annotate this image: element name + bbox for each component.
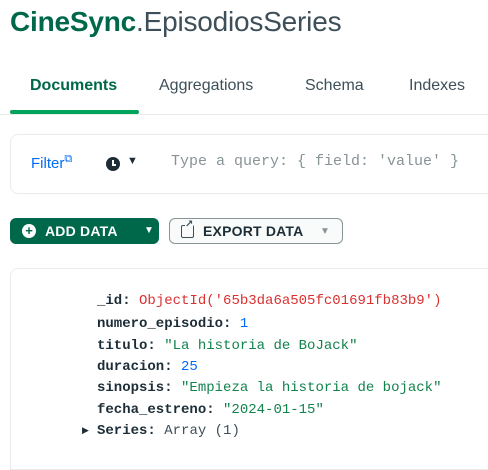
add-data-button[interactable]: + ADD DATA ▼ <box>10 218 159 244</box>
plus-circle-icon: + <box>22 224 36 238</box>
field-key[interactable]: Series <box>97 423 147 439</box>
export-data-label: EXPORT DATA <box>203 223 304 239</box>
document-field: duracion: 25 <box>97 359 198 375</box>
document-field: fecha_estreno: "2024-01-15" <box>97 402 324 418</box>
filter-query-input[interactable]: Type a query: { field: 'value' } <box>171 153 488 170</box>
clock-icon[interactable] <box>106 157 120 171</box>
tab-indexes[interactable]: Indexes <box>409 77 465 95</box>
field-value[interactable]: ObjectId('65b3da6a505fc01691fb83b9') <box>139 293 441 309</box>
document-card: _id: ObjectId('65b3da6a505fc01691fb83b9'… <box>10 268 488 470</box>
tab-aggregations[interactable]: Aggregations <box>159 77 253 95</box>
field-value[interactable]: "2024-01-15" <box>223 402 324 418</box>
field-value[interactable]: "La historia de BoJack" <box>164 338 357 354</box>
field-key[interactable]: _id <box>97 293 122 309</box>
document-field: _id: ObjectId('65b3da6a505fc01691fb83b9'… <box>97 293 442 309</box>
document-field: sinopsis: "Empieza la historia de bojack… <box>97 380 442 396</box>
field-key[interactable]: fecha_estreno <box>97 402 206 418</box>
filter-link[interactable]: Filter⧉ <box>31 153 72 172</box>
tab-schema[interactable]: Schema <box>305 77 364 95</box>
document-field: Series: Array (1) <box>97 423 240 439</box>
add-data-label: ADD DATA <box>45 223 118 239</box>
document-field: titulo: "La historia de BoJack" <box>97 338 358 354</box>
field-key[interactable]: sinopsis <box>97 380 164 396</box>
field-key[interactable]: duracion <box>97 359 164 375</box>
namespace-separator: . <box>136 6 144 37</box>
query-bar: Filter⧉ ▼ Type a query: { field: 'value'… <box>10 134 488 194</box>
tab-documents[interactable]: Documents <box>30 77 117 95</box>
caret-down-icon: ▼ <box>320 226 330 237</box>
field-value[interactable]: "Empieza la historia de bojack" <box>181 380 441 396</box>
document-field: numero_episodio: 1 <box>97 316 249 332</box>
tab-bar: Documents Aggregations Schema Indexes <box>0 62 488 115</box>
page-title: CineSync.EpisodiosSeries <box>10 6 342 38</box>
field-value[interactable]: Array (1) <box>164 423 240 439</box>
filter-label[interactable]: Filter <box>31 155 64 172</box>
chevron-down-icon[interactable]: ▼ <box>127 155 138 167</box>
field-value[interactable]: 25 <box>181 359 198 375</box>
export-icon <box>181 220 194 238</box>
tabs-divider <box>0 114 488 115</box>
export-data-button[interactable]: EXPORT DATA ▼ <box>169 218 343 244</box>
caret-down-icon: ▼ <box>144 225 154 236</box>
field-value[interactable]: 1 <box>240 316 248 332</box>
field-key[interactable]: numero_episodio <box>97 316 223 332</box>
collection-name: EpisodiosSeries <box>143 6 342 37</box>
database-name[interactable]: CineSync <box>10 6 136 37</box>
external-link-icon: ⧉ <box>64 153 73 165</box>
expand-caret-icon[interactable]: ▶ <box>82 425 89 436</box>
field-key[interactable]: titulo <box>97 338 147 354</box>
